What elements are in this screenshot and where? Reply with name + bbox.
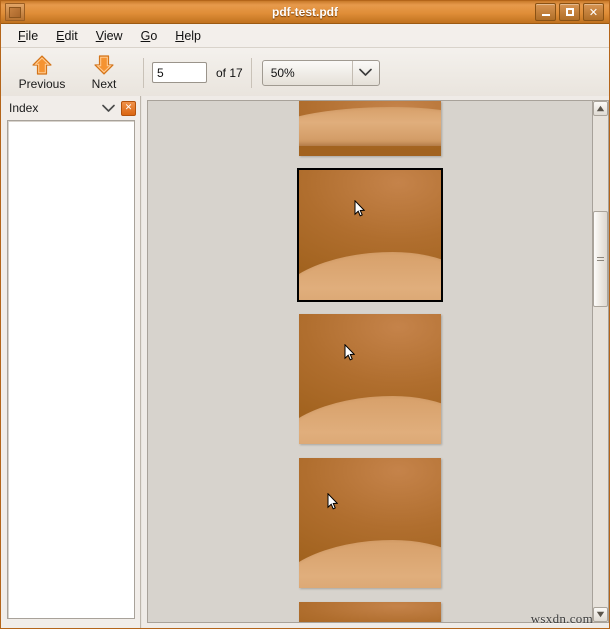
zoom-value: 50% xyxy=(270,65,295,80)
close-icon[interactable]: ✕ xyxy=(121,100,136,116)
page-gap xyxy=(148,156,592,170)
minimize-icon xyxy=(541,13,550,16)
next-label: Next xyxy=(91,76,117,91)
application-window: pdf-test.pdf ✕ File Edit View Go Help Pr… xyxy=(0,0,610,629)
maximize-icon xyxy=(565,8,574,16)
minimize-button[interactable] xyxy=(535,3,556,21)
toolbar: Previous Next of 17 50% xyxy=(1,48,609,98)
window-controls: ✕ xyxy=(535,3,609,21)
page-total-label: of 17 xyxy=(216,65,243,80)
page-thumbnail[interactable] xyxy=(297,168,443,302)
watermark: wsxdn.com xyxy=(530,611,593,626)
scrollbar-track[interactable] xyxy=(593,116,608,607)
menu-go[interactable]: Go xyxy=(132,27,167,45)
menu-help[interactable]: Help xyxy=(166,27,210,45)
menu-file-rest: ile xyxy=(25,28,39,43)
arrow-down-icon xyxy=(93,54,115,76)
sidebar-title: Index xyxy=(9,101,39,115)
toolbar-separator-1 xyxy=(143,57,144,88)
grip-line xyxy=(597,257,604,258)
title-bar: pdf-test.pdf ✕ xyxy=(1,1,609,24)
page-number-input[interactable] xyxy=(152,62,207,83)
page-gap xyxy=(148,300,592,314)
menu-view[interactable]: View xyxy=(87,27,132,45)
mouse-cursor-icon xyxy=(327,492,339,510)
page-thumbnail[interactable] xyxy=(299,101,441,156)
work-area: Index ✕ xyxy=(1,96,609,628)
sidebar: Index ✕ xyxy=(1,96,141,628)
chevron-down-icon[interactable] xyxy=(99,100,117,116)
menu-bar: File Edit View Go Help xyxy=(1,24,609,48)
index-list[interactable] xyxy=(7,120,135,619)
arrow-up-icon xyxy=(31,54,53,76)
previous-button[interactable]: Previous xyxy=(11,50,73,95)
scroll-up-button[interactable] xyxy=(593,101,608,116)
chevron-down-icon xyxy=(351,60,379,85)
mouse-cursor-icon xyxy=(354,199,366,217)
previous-label: Previous xyxy=(18,76,66,91)
page-thumbnail[interactable] xyxy=(299,602,441,622)
scroll-down-button[interactable] xyxy=(593,607,608,622)
mouse-cursor-icon xyxy=(344,343,356,361)
page-gap xyxy=(148,444,592,458)
window-title: pdf-test.pdf xyxy=(272,5,338,19)
window-icon xyxy=(5,3,25,21)
menu-view-rest: iew xyxy=(103,28,123,43)
close-button[interactable]: ✕ xyxy=(583,3,604,21)
grip-line xyxy=(597,260,604,261)
sidebar-header: Index ✕ xyxy=(1,96,140,120)
menu-file[interactable]: File xyxy=(9,27,47,45)
maximize-button[interactable] xyxy=(559,3,580,21)
menu-help-rest: elp xyxy=(184,28,201,43)
page-gap xyxy=(148,588,592,602)
scrollbar-thumb[interactable] xyxy=(593,211,608,307)
page-band xyxy=(299,107,441,146)
menu-edit[interactable]: Edit xyxy=(47,27,87,45)
document-viewport[interactable] xyxy=(147,100,592,623)
menu-go-rest: o xyxy=(150,28,158,43)
page-content xyxy=(299,602,441,622)
page-thumbnail[interactable] xyxy=(299,314,441,444)
document-area xyxy=(141,96,609,628)
zoom-select[interactable]: 50% xyxy=(261,59,380,86)
next-button[interactable]: Next xyxy=(73,50,135,95)
toolbar-separator-2 xyxy=(250,57,252,88)
page-stack xyxy=(148,101,592,622)
page-thumbnail[interactable] xyxy=(299,458,441,588)
menu-edit-rest: dit xyxy=(64,28,78,43)
vertical-scrollbar[interactable] xyxy=(592,100,609,623)
close-icon: ✕ xyxy=(588,5,599,19)
